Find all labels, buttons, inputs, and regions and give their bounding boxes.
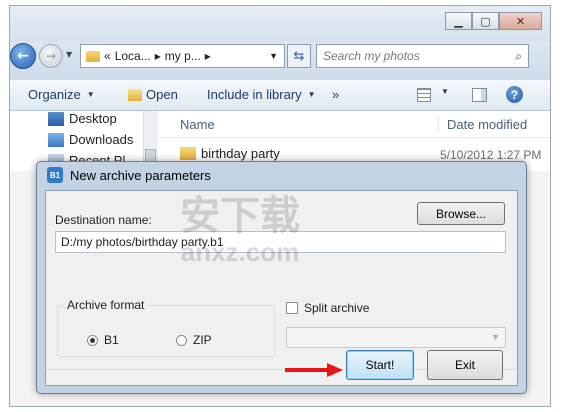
breadcrumb-location[interactable]: Loca... — [115, 49, 151, 63]
split-size-dropdown[interactable]: ▼ — [286, 327, 506, 348]
view-options-chevron-icon[interactable]: ▼ — [441, 87, 449, 96]
desktop-icon — [48, 111, 64, 126]
nav-item-desktop[interactable]: Desktop — [48, 111, 117, 126]
command-toolbar: Organize ▼ Open Include in library ▼ » ▼… — [10, 80, 550, 111]
nav-item-label: Desktop — [69, 111, 117, 126]
downloads-icon — [48, 132, 64, 147]
address-bar[interactable]: « Loca... ▸ my p... ▸ ▼ — [80, 44, 285, 68]
title-bar: ▁ ▢ ✕ — [10, 6, 550, 42]
open-icon — [128, 88, 142, 101]
file-date: 5/10/2012 1:27 PM — [440, 148, 542, 162]
chevron-down-icon: ▼ — [491, 332, 500, 342]
folder-icon — [180, 147, 196, 160]
chevron-down-icon: ▼ — [307, 90, 316, 99]
more-commands-button[interactable]: » — [332, 87, 339, 102]
open-label: Open — [146, 87, 178, 102]
organize-label: Organize — [28, 87, 81, 102]
minimize-button[interactable]: ▁ — [445, 12, 472, 30]
nav-item-downloads[interactable]: Downloads — [48, 132, 133, 147]
destination-label: Destination name: — [55, 213, 152, 227]
file-name-cell: birthday party — [180, 146, 280, 161]
include-in-library-menu[interactable]: Include in library ▼ — [207, 87, 316, 102]
start-button[interactable]: Start! — [346, 350, 414, 380]
folder-icon — [86, 50, 100, 62]
maximize-button[interactable]: ▢ — [472, 12, 499, 30]
chevron-right-icon[interactable]: ▸ — [155, 49, 161, 63]
column-header-row: Name Date modified — [160, 111, 550, 138]
format-radio-zip[interactable]: ZIP — [176, 333, 212, 347]
forward-arrow-icon: → — [45, 49, 57, 63]
chevron-right-icon[interactable]: ▸ — [205, 49, 211, 63]
browse-button[interactable]: Browse... — [417, 202, 505, 225]
refresh-icon: ⇆ — [293, 48, 305, 64]
change-view-icon[interactable] — [417, 88, 431, 102]
history-dropdown-icon[interactable]: ▼ — [66, 50, 72, 59]
search-icon: ⌕ — [515, 48, 522, 63]
destination-input[interactable]: D:/my photos/birthday party.b1 — [55, 231, 506, 253]
b1-app-icon: B1 — [47, 167, 63, 183]
annotation-arrow-icon — [285, 363, 343, 377]
close-button[interactable]: ✕ — [499, 12, 542, 30]
dialog-title: New archive parameters — [70, 167, 211, 183]
radio-checked-icon — [87, 334, 98, 346]
chevron-down-icon: ▼ — [86, 90, 95, 99]
column-header-name[interactable]: Name — [180, 117, 215, 132]
maximize-icon: ▢ — [480, 14, 491, 28]
archive-format-group — [57, 305, 275, 357]
window-controls: ▁ ▢ ✕ — [445, 12, 542, 30]
address-separator: « — [104, 49, 111, 63]
new-archive-dialog: B1 New archive parameters Destination na… — [36, 161, 527, 394]
open-button[interactable]: Open — [128, 87, 178, 102]
organize-menu[interactable]: Organize ▼ — [28, 87, 95, 102]
back-arrow-icon: ← — [17, 48, 29, 64]
include-in-library-label: Include in library — [207, 87, 302, 102]
archive-format-label: Archive format — [64, 298, 148, 312]
minimize-icon: ▁ — [454, 14, 463, 28]
file-name: birthday party — [201, 146, 280, 161]
back-button[interactable]: ← — [10, 43, 36, 69]
format-b1-label: B1 — [104, 333, 119, 347]
split-archive-checkbox[interactable] — [286, 302, 298, 314]
more-commands-label: » — [332, 87, 340, 102]
split-archive-label: Split archive — [304, 301, 370, 315]
radio-unchecked-icon — [176, 334, 187, 346]
preview-pane-icon[interactable] — [472, 88, 487, 102]
search-placeholder: Search my photos — [323, 49, 420, 63]
dialog-title-bar: B1 New archive parameters — [47, 167, 211, 183]
format-zip-label: ZIP — [193, 333, 212, 347]
refresh-button[interactable]: ⇆ — [287, 44, 311, 68]
close-icon: ✕ — [515, 14, 526, 28]
forward-button[interactable]: → — [39, 44, 63, 68]
address-dropdown-icon[interactable]: ▼ — [269, 51, 278, 61]
format-radio-b1[interactable]: B1 — [87, 333, 119, 347]
column-header-date-modified[interactable]: Date modified — [438, 117, 527, 132]
breadcrumb-my-photos[interactable]: my p... — [165, 49, 201, 63]
nav-item-label: Downloads — [69, 132, 134, 147]
search-input[interactable]: Search my photos ⌕ — [316, 44, 529, 68]
exit-button[interactable]: Exit — [427, 350, 503, 380]
help-icon[interactable]: ? — [506, 86, 523, 103]
